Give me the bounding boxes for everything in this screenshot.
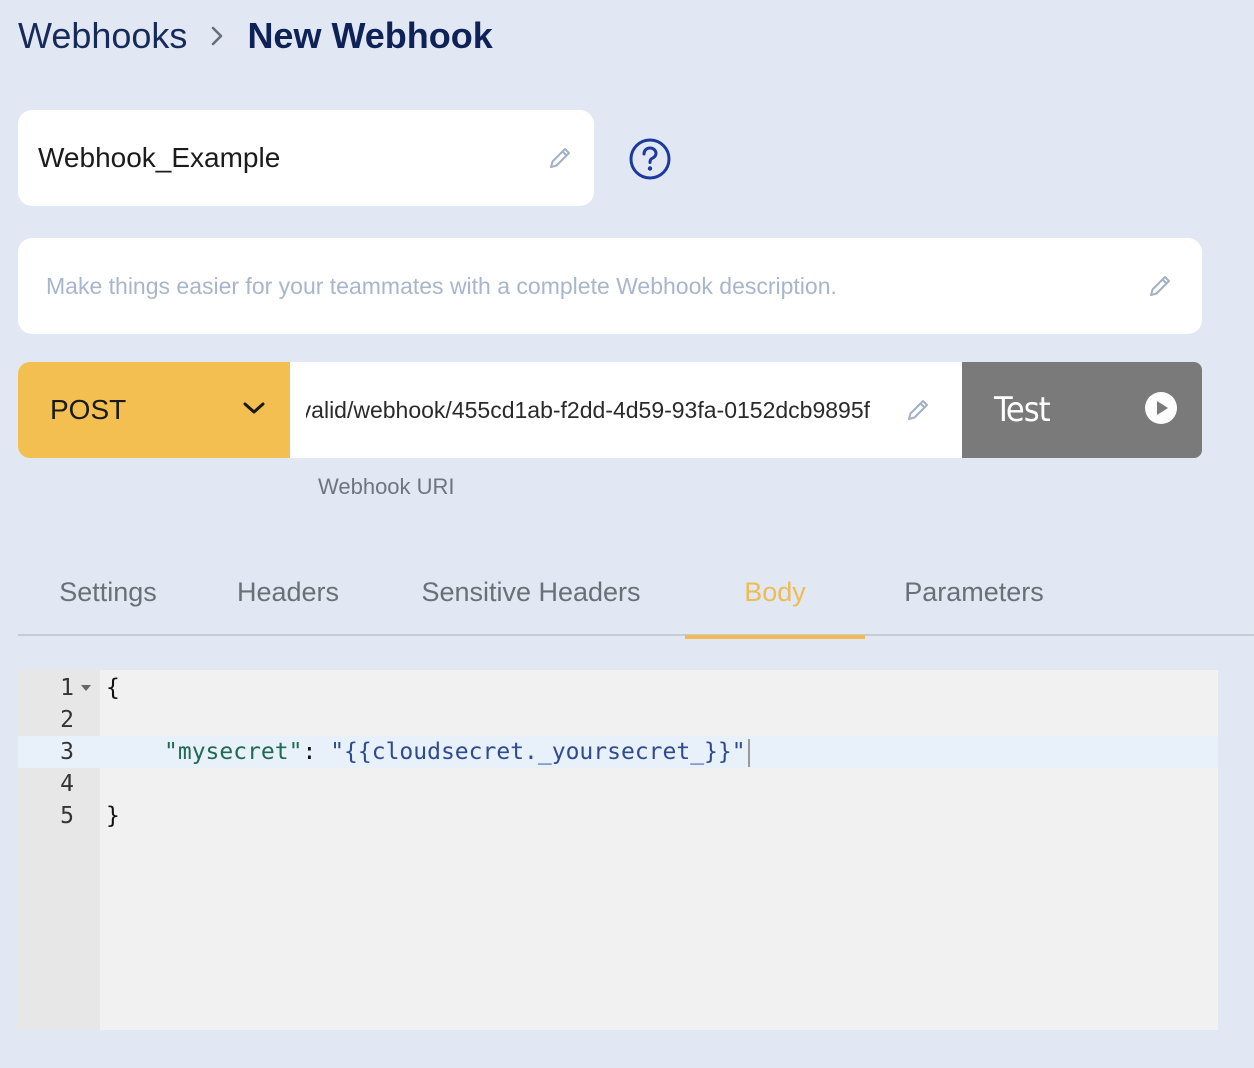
description-placeholder: Make things easier for your teammates wi… xyxy=(46,272,837,299)
pencil-icon[interactable] xyxy=(904,396,932,424)
http-method-value: POST xyxy=(50,394,127,425)
code-line: 2 xyxy=(18,704,1218,736)
test-button[interactable]: Test xyxy=(962,362,1202,458)
tab-body[interactable]: Body xyxy=(685,548,865,639)
code-line: 1 { xyxy=(18,672,1218,704)
text-cursor xyxy=(747,738,750,767)
line-number: 5 xyxy=(60,803,74,829)
code-text: } xyxy=(106,803,120,829)
chevron-down-icon xyxy=(242,400,266,421)
line-number: 4 xyxy=(60,771,74,797)
breadcrumb-webhooks-link[interactable]: Webhooks xyxy=(18,15,187,57)
play-circle-icon xyxy=(1144,391,1178,430)
request-row: POST https://example.invalid/webhook/455… xyxy=(18,362,1202,458)
tab-bar: Settings Headers Sensitive Headers Body … xyxy=(18,548,1254,639)
webhook-name-field[interactable]: Webhook_Example xyxy=(18,110,594,206)
code-text: { xyxy=(106,675,120,701)
code-line: 4 xyxy=(18,768,1218,800)
code-line: 5 } xyxy=(18,800,1218,832)
json-separator: : xyxy=(302,739,331,765)
test-button-label: Test xyxy=(994,390,1051,430)
active-tab-indicator xyxy=(685,635,865,639)
tab-parameters[interactable]: Parameters xyxy=(884,548,1064,636)
tab-settings[interactable]: Settings xyxy=(18,548,198,636)
line-number: 3 xyxy=(60,739,74,765)
help-circle-icon[interactable] xyxy=(628,137,672,181)
http-method-select[interactable]: POST xyxy=(18,362,290,458)
tab-body-label: Body xyxy=(744,576,806,607)
webhook-uri-input[interactable]: https://example.invalid/webhook/455cd1ab… xyxy=(290,362,962,458)
breadcrumb: Webhooks New Webhook xyxy=(18,14,493,58)
pencil-icon[interactable] xyxy=(1146,272,1174,300)
line-number: 2 xyxy=(60,707,74,733)
fold-caret-icon[interactable] xyxy=(80,672,92,704)
pencil-icon[interactable] xyxy=(546,144,574,172)
chevron-right-icon xyxy=(187,25,247,47)
json-key: "mysecret" xyxy=(164,739,303,765)
new-webhook-page: Webhooks New Webhook Webhook_Example Mak… xyxy=(0,0,1254,1068)
code-line-active: 3 "mysecret": "{{cloudsecret._yoursecret… xyxy=(18,736,1218,768)
webhook-uri-caption: Webhook URI xyxy=(318,474,455,499)
webhook-uri-value: https://example.invalid/webhook/455cd1ab… xyxy=(306,396,870,423)
body-code-editor[interactable]: 1 { 2 3 "mysecret": "{{cloudsecret._your… xyxy=(18,670,1218,1030)
line-number: 1 xyxy=(60,675,74,701)
tab-headers[interactable]: Headers xyxy=(198,548,378,636)
webhook-name-value: Webhook_Example xyxy=(38,142,281,173)
code-text: "mysecret": "{{cloudsecret._yoursecret_}… xyxy=(164,736,750,768)
page-title: New Webhook xyxy=(247,15,493,56)
json-value: "{{cloudsecret._yoursecret_}}" xyxy=(330,739,746,765)
webhook-description-field[interactable]: Make things easier for your teammates wi… xyxy=(18,238,1202,334)
tab-sensitive-headers[interactable]: Sensitive Headers xyxy=(378,548,684,636)
